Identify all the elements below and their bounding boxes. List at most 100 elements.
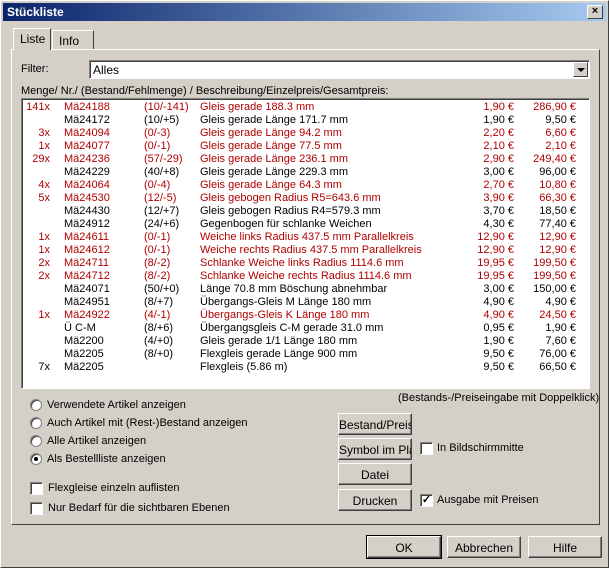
list-item-desc: Gleis gerade Länge 94.2 mm [200, 127, 342, 139]
bestand-preis-button[interactable]: Bestand/Preis [338, 413, 412, 435]
list-item-nr: Mä24712 [64, 270, 110, 282]
list-item-diff: (12/+7) [144, 205, 180, 217]
list-item[interactable]: Ü C-M (8/+6) Übergangsgleis C-M gerade 31.… [22, 322, 589, 335]
list-item[interactable]: Mä2200 (4/+0) Gleis gerade 1/1 Länge 180 m… [22, 335, 589, 348]
list-item[interactable]: Mä24951 (8/+7) Übergangs-Gleis M Länge 180… [22, 296, 589, 309]
list-item-total: 66,30 € [539, 192, 576, 204]
list-item[interactable]: 4x Mä24064 (0/-4) Gleis gerade Länge 64.3 m… [22, 179, 589, 192]
filter-combobox[interactable]: Alles [89, 60, 590, 79]
list-item-nr: Mä24711 [64, 257, 110, 269]
list-item-price: 2,70 € [483, 179, 514, 191]
list-item[interactable]: Mä24229 (40/+8) Gleis gerade Länge 229.3 m… [22, 166, 589, 179]
list-item-desc: Länge 70.8 mm Böschung abnehmbar [200, 283, 388, 295]
list-item-nr: Mä24430 [64, 205, 110, 217]
radio-bestellliste[interactable] [30, 453, 42, 465]
list-item-diff: (8/+6) [144, 322, 174, 334]
list-item-nr: Mä24612 [64, 244, 110, 256]
list-item[interactable]: Mä2205 (8/+0) Flexgleis gerade Länge 900 m… [22, 348, 589, 361]
list-item-diff: (0/-1) [144, 231, 171, 243]
list-item[interactable]: 2x Mä24711 (8/-2) Schlanke Weiche links Rad… [22, 257, 589, 270]
list-item-price: 3,00 € [483, 283, 514, 295]
list-item[interactable]: 1x Mä24922 (4/-1) Übergangs-Gleis K Länge 1… [22, 309, 589, 322]
list-item-desc: Gegenbogen für schlanke Weichen [200, 218, 372, 230]
bedarf-checkbox[interactable] [30, 502, 43, 515]
list-item[interactable]: 1x Mä24077 (0/-1) Gleis gerade Länge 77.5 m… [22, 140, 589, 153]
list-item-price: 4,30 € [483, 218, 514, 230]
list-item-price: 4,90 € [483, 309, 514, 321]
close-icon[interactable]: × [587, 5, 603, 19]
symbol-im-plan-button[interactable]: Symbol im Plan [338, 438, 412, 460]
list-item[interactable]: 1x Mä24612 (0/-1) Weiche rechts Radius 437.… [22, 244, 589, 257]
list-item-total: 7,60 € [545, 335, 576, 347]
list-item-total: 12,90 € [539, 244, 576, 256]
drucken-button[interactable]: Drucken [338, 489, 412, 511]
list-item-price: 1,90 € [483, 101, 514, 113]
list-item-nr: Mä24188 [64, 101, 110, 113]
abbrechen-button[interactable]: Abbrechen [447, 536, 521, 558]
list-item-total: 4,90 € [545, 296, 576, 308]
list-item-desc: Übergangsgleis C-M gerade 31.0 mm [200, 322, 384, 334]
list-item-total: 10,80 € [539, 179, 576, 191]
list-item[interactable]: 141x Mä24188 (10/-141) Gleis gerade 188.3 m… [22, 101, 589, 114]
radio-verwendete[interactable] [30, 399, 42, 411]
list-item[interactable]: 5x Mä24530 (12/-5) Gleis gebogen Radius R5=… [22, 192, 589, 205]
list-item-qty: 2x [38, 257, 50, 269]
list-item-desc: Weiche rechts Radius 437.5 mm Parallelkr… [200, 244, 422, 256]
filter-value: Alles [93, 63, 120, 77]
list-item-desc: Gleis gerade 188.3 mm [200, 101, 315, 113]
list-item-qty: 1x [38, 231, 50, 243]
list-item-total: 249,40 € [533, 153, 576, 165]
tab-info[interactable]: Info [52, 30, 94, 50]
list-item-price: 2,10 € [483, 140, 514, 152]
radio-bestellliste-label: Als Bestellliste anzeigen [47, 453, 166, 465]
list-item-diff: (8/+0) [144, 348, 174, 360]
list-item-nr: Mä2200 [64, 335, 104, 347]
list-item-diff: (12/-5) [144, 192, 177, 204]
list-item-price: 1,90 € [483, 335, 514, 347]
list-item[interactable]: 29x Mä24236 (57/-29) Gleis gerade Länge 236… [22, 153, 589, 166]
radio-bestand[interactable] [30, 417, 42, 429]
ok-button[interactable]: OK [366, 535, 442, 559]
hilfe-button[interactable]: Hilfe [528, 536, 602, 558]
list-item-diff: (0/-3) [144, 127, 171, 139]
list-item-total: 9,50 € [545, 114, 576, 126]
list-item-nr: Mä24951 [64, 296, 110, 308]
list-item-diff: (0/-4) [144, 179, 171, 191]
list-item[interactable]: Mä24430 (12/+7) Gleis gebogen Radius R4=57… [22, 205, 589, 218]
list-item[interactable]: Mä24071 (50/+0) Länge 70.8 mm Böschung abn… [22, 283, 589, 296]
list-item-nr: Mä2205 [64, 361, 104, 373]
list-item-diff: (4/-1) [144, 309, 171, 321]
parts-listbox[interactable]: 141x Mä24188 (10/-141) Gleis gerade 188.3 m… [21, 98, 590, 389]
list-item-total: 2,10 € [545, 140, 576, 152]
list-item-qty: 1x [38, 140, 50, 152]
list-item-price: 19,95 € [477, 257, 514, 269]
list-item-desc: Übergangs-Gleis M Länge 180 mm [200, 296, 372, 308]
list-item-qty: 5x [38, 192, 50, 204]
flexgleise-checkbox[interactable] [30, 482, 43, 495]
list-item-total: 18,50 € [539, 205, 576, 217]
checkmark-icon: ✓ [421, 494, 432, 506]
list-item-desc: Schlanke Weiche rechts Radius 1114.6 mm [200, 270, 412, 282]
list-item[interactable]: 2x Mä24712 (8/-2) Schlanke Weiche rechts Ra… [22, 270, 589, 283]
list-item-desc: Gleis gerade Länge 64.3 mm [200, 179, 342, 191]
list-item-desc: Gleis gerade Länge 77.5 mm [200, 140, 342, 152]
list-item[interactable]: 3x Mä24094 (0/-3) Gleis gerade Länge 94.2 m… [22, 127, 589, 140]
radio-alle[interactable] [30, 435, 42, 447]
list-item-price: 4,90 € [483, 296, 514, 308]
list-item-price: 9,50 € [483, 361, 514, 373]
list-item-total: 96,00 € [539, 166, 576, 178]
datei-button[interactable]: Datei [338, 463, 412, 485]
list-item[interactable]: 7x Mä2205 Flexgleis (5.86 m) 9,50 € 66,50 € [22, 361, 589, 374]
list-item-desc: Gleis gebogen Radius R5=643.6 mm [200, 192, 381, 204]
chevron-down-icon[interactable] [573, 62, 588, 77]
bildschirmmitte-checkbox[interactable] [420, 442, 433, 455]
list-item[interactable]: Mä24172 (10/+5) Gleis gerade Länge 171.7 m… [22, 114, 589, 127]
radio-alle-label: Alle Artikel anzeigen [47, 435, 147, 447]
tab-liste[interactable]: Liste [13, 28, 51, 50]
filter-label: Filter: [21, 63, 49, 75]
ausgabe-preise-checkbox[interactable]: ✓ [420, 494, 433, 507]
list-item[interactable]: Mä24912 (24/+6) Gegenbogen für schlanke We… [22, 218, 589, 231]
list-item-price: 3,70 € [483, 205, 514, 217]
list-item-price: 12,90 € [477, 244, 514, 256]
list-item[interactable]: 1x Mä24611 (0/-1) Weiche links Radius 437.5… [22, 231, 589, 244]
